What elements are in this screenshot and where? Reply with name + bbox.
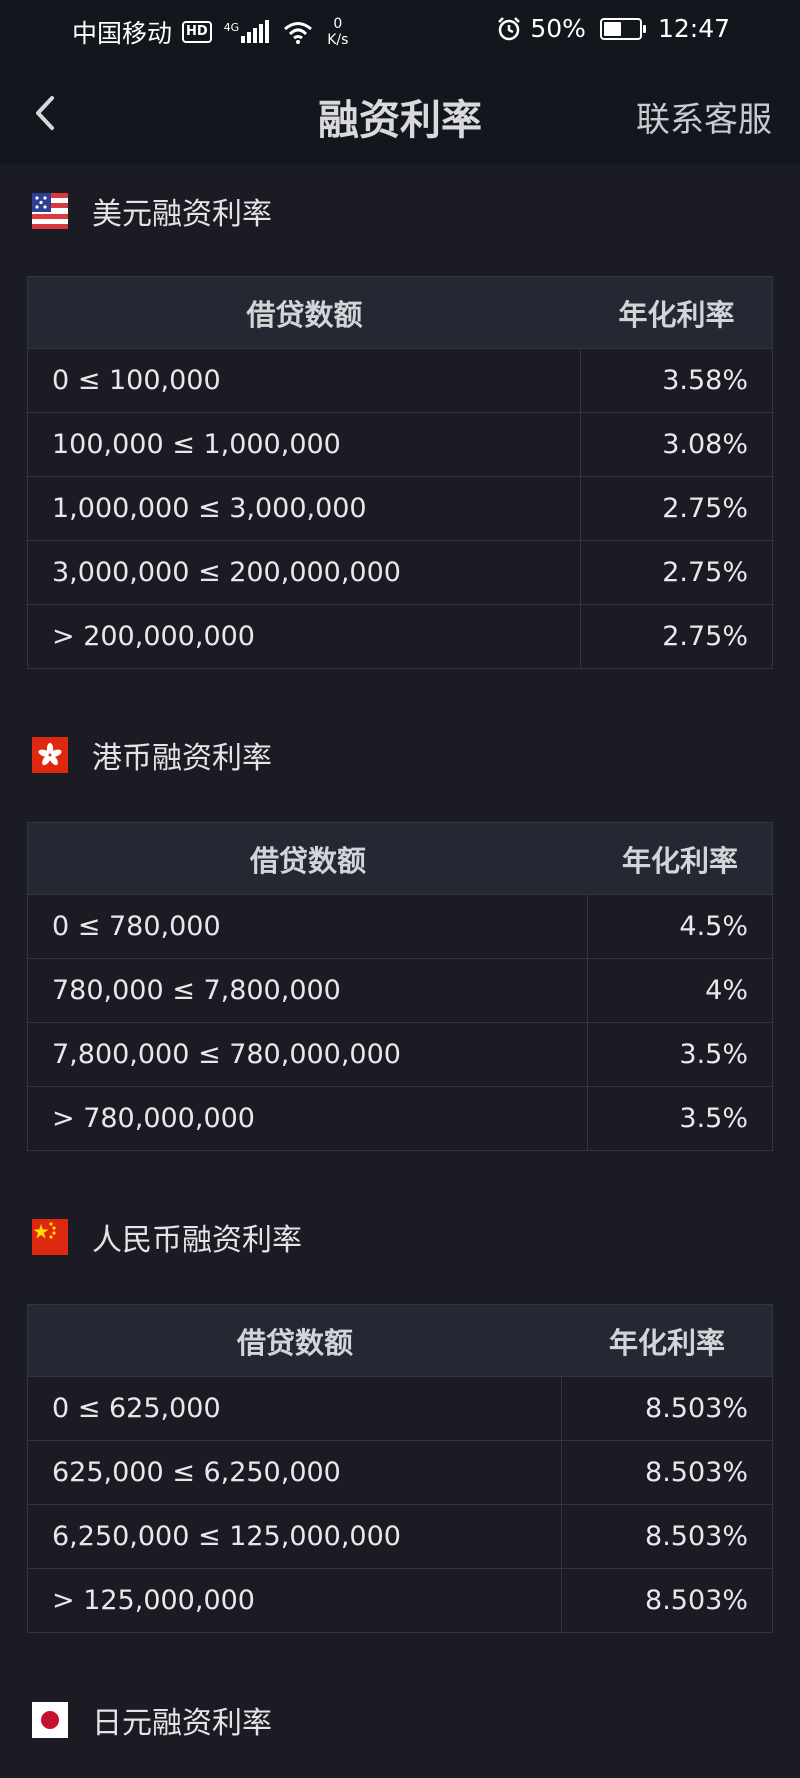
hd-badge: HD <box>182 21 212 43</box>
table-row: 0 ≤ 625,000 8.503% <box>28 1376 772 1440</box>
chevron-left-icon <box>36 96 54 130</box>
table-header: 借贷数额 年化利率 <box>28 823 772 894</box>
column-header-rate: 年化利率 <box>621 843 738 878</box>
amount-cell: 3,000,000 ≤ 200,000,000 <box>28 541 581 604</box>
rate-cell: 8.503% <box>645 1457 748 1488</box>
contact-support-button[interactable]: 联系客服 <box>636 92 772 141</box>
section-header-usd: 美元融资利率 <box>32 191 272 232</box>
rate-cell: 2.75% <box>662 557 748 588</box>
amount-cell: 780,000 ≤ 7,800,000 <box>28 959 588 1022</box>
cn-flag-icon <box>32 1219 68 1255</box>
hk-flag-icon <box>32 737 68 773</box>
status-bar: 中国移动 HD 4G 0 K/s 50% 12:47 <box>0 0 800 62</box>
section-header-cny: 人民币融资利率 <box>32 1217 302 1258</box>
nav-bar: 融资利率 联系客服 <box>0 62 800 164</box>
table-row: 7,800,000 ≤ 780,000,000 3.5% <box>28 1022 772 1086</box>
column-header-rate: 年化利率 <box>608 1325 725 1360</box>
column-header-amount: 借贷数额 <box>246 297 363 332</box>
battery-icon <box>599 17 646 40</box>
amount-cell: 100,000 ≤ 1,000,000 <box>28 413 581 476</box>
rate-cell: 3.5% <box>679 1103 748 1134</box>
section-header-hkd: 港币融资利率 <box>32 735 272 776</box>
cny-rate-table: 借贷数额 年化利率 0 ≤ 625,000 8.503% 625,000 ≤ 6… <box>27 1304 773 1633</box>
hkd-rate-table: 借贷数额 年化利率 0 ≤ 780,000 4.5% 780,000 ≤ 7,8… <box>27 822 773 1151</box>
table-row: > 200,000,000 2.75% <box>28 604 772 668</box>
table-row: 3,000,000 ≤ 200,000,000 2.75% <box>28 540 772 604</box>
speed-value: 0 <box>333 16 343 32</box>
us-flag-icon <box>32 193 68 229</box>
section-title: 人民币融资利率 <box>92 1223 302 1258</box>
amount-cell: 625,000 ≤ 6,250,000 <box>28 1441 562 1504</box>
rate-cell: 4.5% <box>679 911 748 942</box>
network-speed: 0 K/s <box>327 16 348 48</box>
amount-cell: 1,000,000 ≤ 3,000,000 <box>28 477 581 540</box>
rate-cell: 3.58% <box>662 365 748 396</box>
usd-rate-table: 借贷数额 年化利率 0 ≤ 100,000 3.58% 100,000 ≤ 1,… <box>27 276 773 669</box>
section-header-jpy: 日元融资利率 <box>32 1700 272 1741</box>
table-row: 100,000 ≤ 1,000,000 3.08% <box>28 412 772 476</box>
table-row: 6,250,000 ≤ 125,000,000 8.503% <box>28 1504 772 1568</box>
amount-cell: 6,250,000 ≤ 125,000,000 <box>28 1505 562 1568</box>
battery-level <box>603 21 621 36</box>
carrier-name: 中国移动 <box>72 19 173 48</box>
rate-cell: 8.503% <box>645 1585 748 1616</box>
column-header-rate: 年化利率 <box>618 297 735 332</box>
table-row: 780,000 ≤ 7,800,000 4% <box>28 958 772 1022</box>
alarm-icon <box>498 16 521 40</box>
column-header-amount: 借贷数额 <box>236 1325 353 1360</box>
amount-cell: 0 ≤ 780,000 <box>28 895 588 958</box>
amount-cell: > 780,000,000 <box>28 1087 588 1150</box>
wifi-icon <box>284 22 313 44</box>
amount-cell: > 200,000,000 <box>28 605 581 668</box>
amount-cell: 0 ≤ 100,000 <box>28 349 581 412</box>
table-row: > 125,000,000 8.503% <box>28 1568 772 1632</box>
battery-percent: 50% <box>530 14 586 43</box>
rate-cell: 4% <box>705 975 748 1006</box>
clock: 12:47 <box>657 14 730 43</box>
rate-cell: 3.08% <box>662 429 748 460</box>
table-row: > 780,000,000 3.5% <box>28 1086 772 1150</box>
rate-cell: 2.75% <box>662 493 748 524</box>
table-row: 0 ≤ 100,000 3.58% <box>28 348 772 412</box>
amount-cell: 0 ≤ 625,000 <box>28 1377 562 1440</box>
table-header: 借贷数额 年化利率 <box>28 277 772 348</box>
speed-unit: K/s <box>327 32 349 48</box>
jp-flag-icon <box>32 1702 68 1738</box>
rate-cell: 2.75% <box>662 621 748 652</box>
rate-cell: 8.503% <box>645 1393 748 1424</box>
back-button[interactable] <box>26 90 72 136</box>
amount-cell: > 125,000,000 <box>28 1569 562 1632</box>
rate-cell: 3.5% <box>679 1039 748 1070</box>
amount-cell: 7,800,000 ≤ 780,000,000 <box>28 1023 588 1086</box>
signal-icon: 4G <box>223 20 270 43</box>
section-title: 美元融资利率 <box>92 197 272 232</box>
rate-cell: 8.503% <box>645 1521 748 1552</box>
table-row: 1,000,000 ≤ 3,000,000 2.75% <box>28 476 772 540</box>
section-title: 港币融资利率 <box>92 741 272 776</box>
section-title: 日元融资利率 <box>92 1706 272 1741</box>
table-row: 0 ≤ 780,000 4.5% <box>28 894 772 958</box>
column-header-amount: 借贷数额 <box>249 843 366 878</box>
table-row: 625,000 ≤ 6,250,000 8.503% <box>28 1440 772 1504</box>
network-type: 4G <box>223 21 240 34</box>
table-header: 借贷数额 年化利率 <box>28 1305 772 1376</box>
